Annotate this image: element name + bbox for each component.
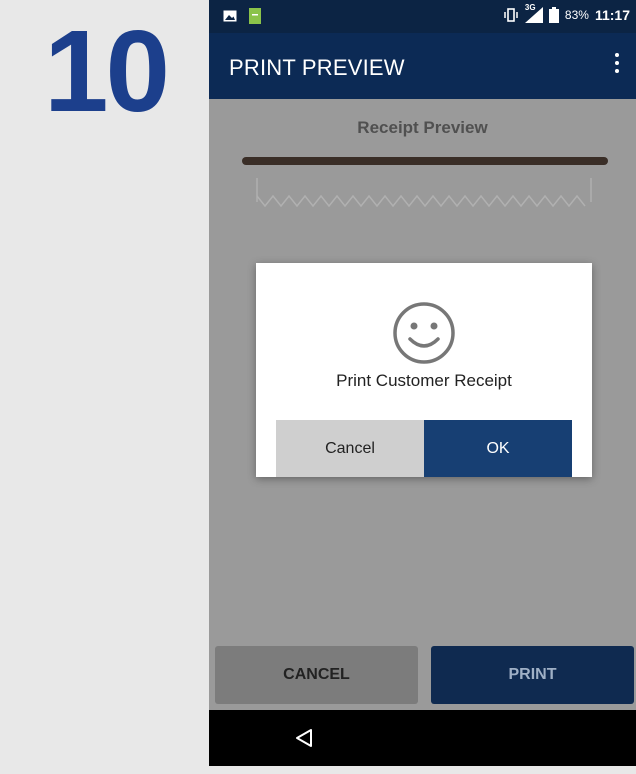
battery-icon [548,7,559,23]
more-vert-icon[interactable] [614,53,620,79]
clock: 11:17 [594,7,630,23]
printer-slot [242,157,608,165]
smiley-icon [393,302,455,364]
page-title: PRINT PREVIEW [229,55,405,80]
phone-screen: 3G 83% 11:17 PRINT PREVIEW Receipt Previ… [209,0,636,766]
app-bar: PRINT PREVIEW [209,33,636,99]
status-bar: 3G 83% 11:17 [209,0,636,33]
print-confirm-dialog: Print Customer Receipt Cancel OK [256,263,592,477]
back-triangle-icon[interactable] [295,728,313,748]
receipt-preview-heading: Receipt Preview [357,118,488,137]
dialog-cancel-button[interactable]: Cancel [276,420,424,477]
cancel-button[interactable]: CANCEL [215,646,418,704]
step-number: 10 [44,6,170,136]
battery-percent: 83% [564,8,589,22]
navigation-bar [209,710,636,766]
dialog-ok-button[interactable]: OK [424,420,572,477]
dialog-message: Print Customer Receipt [336,371,512,390]
receipt-paper-edge [256,178,592,208]
network-type: 3G [524,3,536,12]
app-notification-icon [249,8,261,24]
print-button[interactable]: PRINT [431,646,634,704]
vibrate-icon [504,8,518,22]
image-icon [223,10,237,22]
